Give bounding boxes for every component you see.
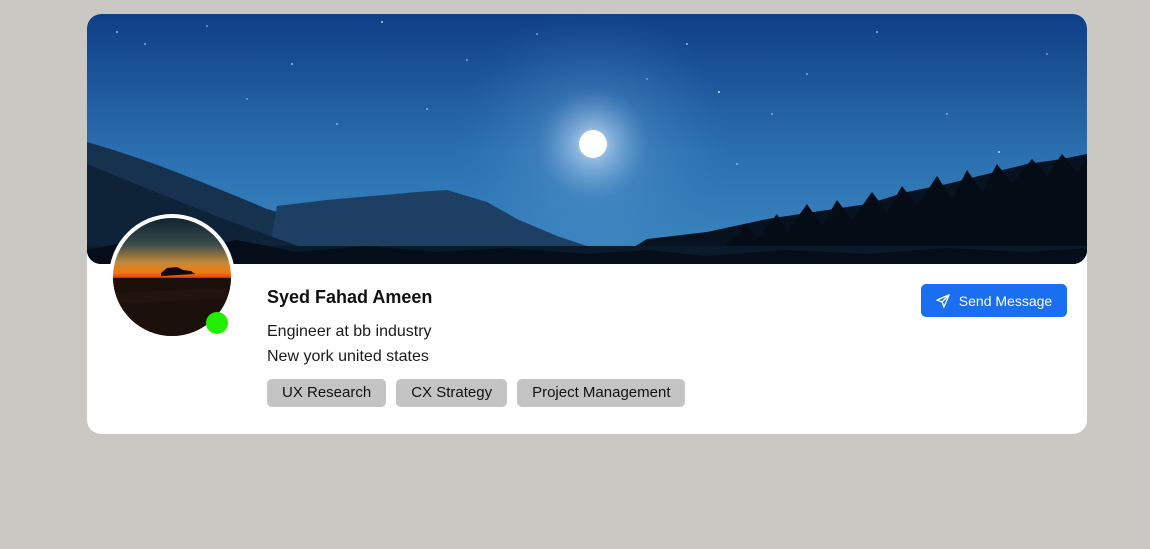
paper-plane-icon: [936, 293, 950, 308]
cover-image: [87, 14, 1087, 264]
skill-tag[interactable]: CX Strategy: [396, 379, 508, 407]
profile-location: New york united states: [267, 348, 429, 365]
online-status-indicator: [206, 312, 228, 334]
send-message-label: Send Message: [958, 292, 1053, 309]
profile-role: Engineer at bb industry: [267, 323, 432, 340]
profile-name: Syed Fahad Ameen: [267, 287, 433, 307]
skill-tag[interactable]: UX Research: [267, 379, 387, 407]
skill-tag[interactable]: Project Management: [517, 379, 686, 407]
send-message-button[interactable]: Send Message: [921, 284, 1067, 317]
profile-card: Syed Fahad Ameen Engineer at bb industry…: [87, 14, 1087, 434]
skill-tags: UX Research CX Strategy Project Manageme…: [267, 379, 686, 407]
